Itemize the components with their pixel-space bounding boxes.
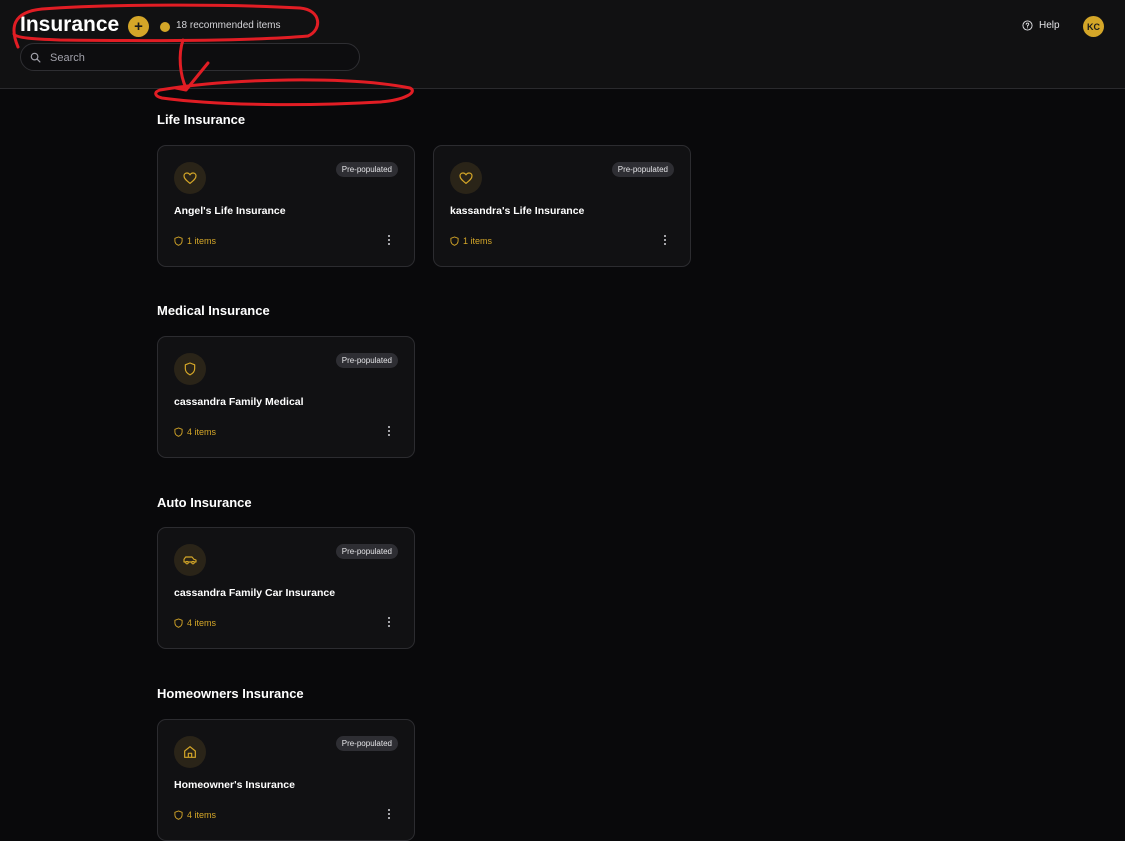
heart-icon (450, 162, 482, 194)
card-title: Angel's Life Insurance (174, 205, 286, 217)
card-title: Homeowner's Insurance (174, 779, 295, 791)
items-count-label: 4 items (187, 427, 217, 437)
card-title: cassandra Family Medical (174, 396, 304, 408)
help-label: Help (1039, 20, 1060, 31)
items-count: 1 items (174, 236, 216, 246)
pre-populated-badge: Pre-populated (611, 162, 674, 177)
shield-small-icon (174, 810, 183, 820)
top-header: Insurance + 18 recommended items Help KC (0, 0, 1125, 89)
shield-small-icon (174, 618, 183, 628)
card-title: kassandra's Life Insurance (450, 205, 585, 217)
recommended-dot-icon (160, 22, 170, 32)
items-count-label: 4 items (187, 810, 217, 820)
more-options-icon[interactable] (387, 617, 391, 629)
pre-populated-badge: Pre-populated (335, 544, 398, 559)
items-count: 1 items (450, 236, 492, 246)
policy-card[interactable]: Pre-populated cassandra Family Car Insur… (157, 527, 415, 649)
shield-small-icon (174, 236, 183, 246)
pre-populated-badge: Pre-populated (335, 162, 398, 177)
search-input[interactable] (48, 49, 352, 67)
items-count: 4 items (174, 810, 216, 820)
help-icon (1022, 20, 1033, 31)
search-box[interactable] (20, 43, 360, 71)
heart-icon (174, 162, 206, 194)
search-icon (30, 52, 41, 63)
help-button[interactable]: Help (1022, 20, 1060, 31)
car-icon (174, 544, 206, 576)
items-count-label: 1 items (463, 236, 493, 246)
more-options-icon[interactable] (387, 809, 391, 821)
more-options-icon[interactable] (387, 235, 391, 247)
user-avatar[interactable]: KC (1083, 16, 1104, 37)
section-title-homeowners-insurance: Homeowners Insurance (157, 686, 304, 701)
card-title: cassandra Family Car Insurance (174, 587, 336, 599)
page-title: Insurance (20, 13, 120, 36)
items-count: 4 items (174, 427, 216, 437)
section-title-auto-insurance: Auto Insurance (157, 495, 252, 510)
policy-card[interactable]: Pre-populated Homeowner's Insurance 4 it… (157, 719, 415, 841)
more-options-icon[interactable] (663, 235, 667, 247)
policy-card[interactable]: Pre-populated cassandra Family Medical 4… (157, 336, 415, 458)
home-icon (174, 736, 206, 768)
shield-small-icon (450, 236, 459, 246)
section-title-life-insurance: Life Insurance (157, 112, 246, 127)
add-button[interactable]: + (128, 16, 149, 37)
pre-populated-badge: Pre-populated (335, 353, 398, 368)
items-count-label: 1 items (187, 236, 217, 246)
section-title-medical-insurance: Medical Insurance (157, 303, 270, 318)
more-options-icon[interactable] (387, 426, 391, 438)
recommended-items-link[interactable]: 18 recommended items (176, 20, 281, 31)
items-count-label: 4 items (187, 618, 217, 628)
items-count: 4 items (174, 618, 216, 628)
shield-small-icon (174, 427, 183, 437)
policy-card[interactable]: Pre-populated Angel's Life Insurance 1 i… (157, 145, 415, 267)
policy-card[interactable]: Pre-populated kassandra's Life Insurance… (433, 145, 691, 267)
shield-icon (174, 353, 206, 385)
pre-populated-badge: Pre-populated (335, 736, 398, 751)
